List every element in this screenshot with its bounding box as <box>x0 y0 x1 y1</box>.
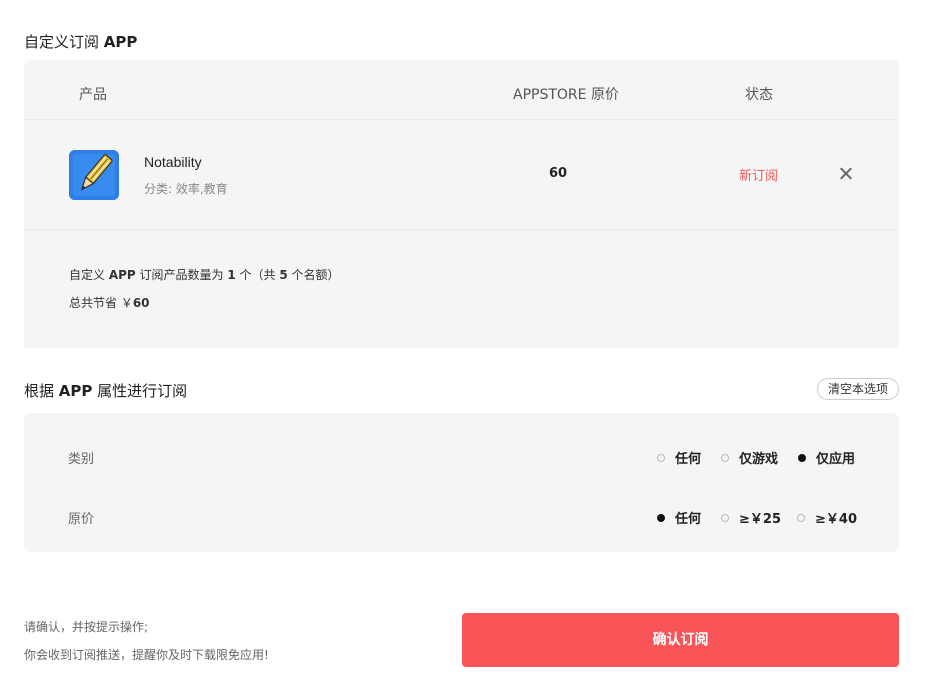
category-label: 类别 <box>68 452 95 467</box>
category-option-games[interactable]: 仅游戏 <box>721 448 778 467</box>
remove-app-button[interactable] <box>837 165 855 183</box>
title-text: 自定义订阅 <box>24 33 104 51</box>
radio-dot <box>657 454 665 462</box>
col-status: 状态 <box>745 87 773 103</box>
subscription-count-text: 自定义 APP 订阅产品数量为 1 个（共 5 个名额） <box>69 266 340 283</box>
option-label: ≥￥25 <box>739 512 781 527</box>
custom-subscribe-title: 自定义订阅 APP <box>24 31 137 52</box>
option-label: 仅应用 <box>816 452 856 467</box>
col-price: APPSTORE 原价 <box>513 87 619 103</box>
radio-dot <box>797 514 805 522</box>
price-option-25[interactable]: ≥￥25 <box>721 508 781 527</box>
notability-pencil-icon[interactable] <box>69 150 119 200</box>
option-label: 仅游戏 <box>739 452 779 467</box>
attribute-subscribe-title: 根据 APP 属性进行订阅 <box>24 380 187 401</box>
summary-quota: 5 <box>279 268 288 282</box>
price-option-40[interactable]: ≥￥40 <box>797 508 857 527</box>
title-text: 根据 <box>24 382 59 400</box>
status-badge: 新订阅 <box>739 169 779 184</box>
title-bold: APP <box>58 382 93 400</box>
app-price: 60 <box>549 166 568 181</box>
app-name: Notability <box>144 154 202 170</box>
price-label: 原价 <box>68 512 95 527</box>
price-option-any[interactable]: 任何 <box>657 508 701 527</box>
summary-text: 订阅产品数量为 <box>135 268 228 282</box>
attribute-filter-panel: 类别 任何 仅游戏 仅应用 原价 任何 ≥￥25 ≥￥40 <box>24 413 899 552</box>
option-label: 任何 <box>675 452 702 467</box>
radio-dot <box>721 454 729 462</box>
summary-text: 个名额） <box>287 268 340 282</box>
title-bold: APP <box>103 33 138 51</box>
table-row: Notability 分类: 效率,教育 60 新订阅 <box>24 120 899 230</box>
custom-app-table: 产品 APPSTORE 原价 状态 Notability 分类: 效率,教育 6… <box>24 60 899 348</box>
clear-selection-button[interactable]: 清空本选项 <box>817 378 899 400</box>
table-header: 产品 APPSTORE 原价 状态 <box>24 60 899 120</box>
app-category: 分类: 效率,教育 <box>144 182 228 196</box>
savings-label: 总共节省 ￥ <box>69 296 133 310</box>
category-option-apps[interactable]: 仅应用 <box>798 448 855 467</box>
summary-text: 个（共 <box>235 268 280 282</box>
radio-dot <box>657 514 665 522</box>
radio-dot <box>798 454 806 462</box>
savings-value: 60 <box>132 296 150 310</box>
title-text: 属性进行订阅 <box>92 382 188 400</box>
total-savings-text: 总共节省 ￥60 <box>69 294 150 311</box>
col-product: 产品 <box>79 87 107 103</box>
category-option-any[interactable]: 任何 <box>657 448 701 467</box>
confirm-subscribe-button[interactable]: 确认订阅 <box>462 613 899 667</box>
summary-bold: APP <box>108 268 136 282</box>
footer-note-confirm: 请确认，并按提示操作; <box>24 620 149 634</box>
option-label: 任何 <box>675 512 702 527</box>
footer-note-push: 你会收到订阅推送，提醒你及时下载限免应用! <box>24 648 269 662</box>
summary-text: 自定义 <box>69 268 109 282</box>
radio-dot <box>721 514 729 522</box>
summary-count: 1 <box>227 268 236 282</box>
option-label: ≥￥40 <box>815 512 857 527</box>
